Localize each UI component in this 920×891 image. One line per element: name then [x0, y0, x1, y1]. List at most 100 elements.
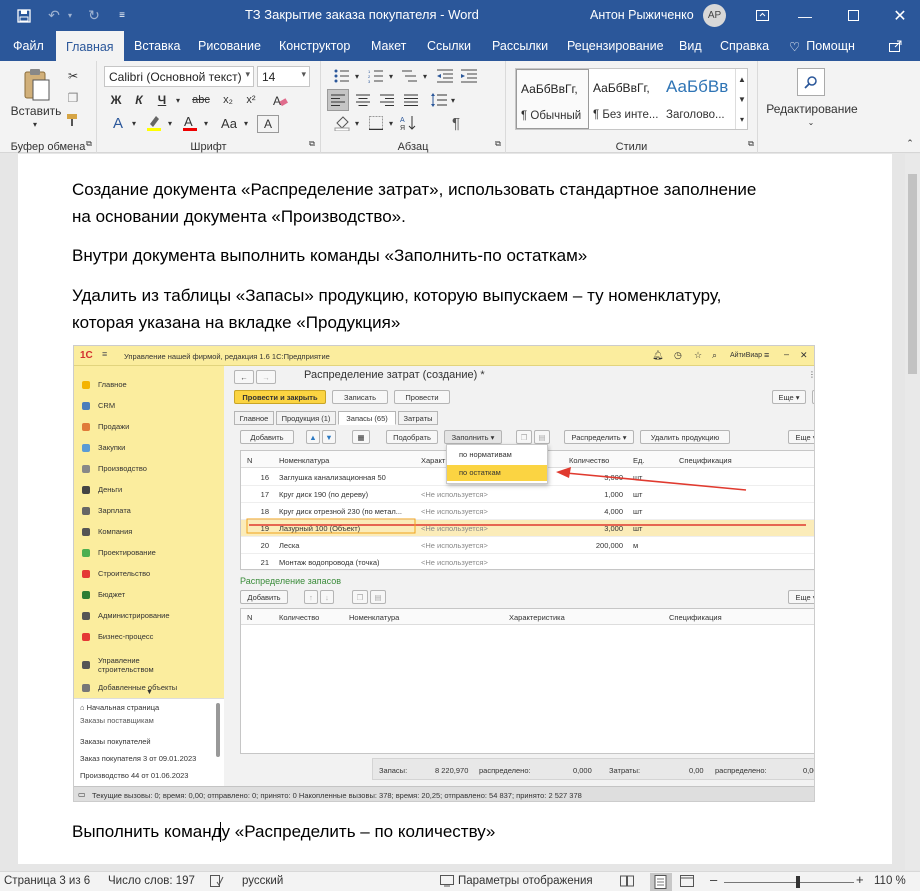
proofing-icon[interactable] — [210, 875, 224, 890]
zoom-level[interactable]: 110 % — [874, 875, 906, 887]
styles-launcher-icon[interactable]: ⧉ — [746, 139, 756, 149]
change-case-button[interactable]: Aa — [217, 113, 241, 133]
borders-dropdown-icon[interactable]: ▾ — [387, 113, 395, 133]
zoom-slider-thumb[interactable] — [796, 876, 800, 888]
search-icon[interactable] — [797, 68, 825, 96]
paragraph-2[interactable]: Внутри документа выполнить команды «Запо… — [72, 242, 587, 269]
maximize-icon[interactable] — [838, 0, 868, 31]
tab-design[interactable]: Конструктор — [276, 31, 353, 61]
styles-scroll-up-icon[interactable]: ▲ — [735, 69, 748, 89]
paragraph-1-continued[interactable]: на основании документа «Производство». — [72, 203, 406, 230]
italic-button[interactable]: К — [130, 91, 148, 109]
change-case-dropdown-icon[interactable]: ▾ — [241, 113, 251, 133]
tab-file[interactable]: Файл — [10, 31, 47, 61]
paragraph-3[interactable]: Удалить из таблицы «Запасы» продукцию, к… — [72, 282, 721, 309]
text-effects-dropdown-icon[interactable]: ▾ — [129, 113, 139, 133]
tab-layout[interactable]: Макет — [368, 31, 409, 61]
paste-button[interactable]: Вставить — [6, 103, 66, 119]
bullets-icon[interactable] — [331, 67, 353, 85]
style-normal[interactable]: АаБбВвГг, ¶ Обычный — [516, 69, 589, 129]
character-border-button[interactable]: A — [257, 115, 279, 133]
paragraph-3-continued[interactable]: которая указана на вкладке «Продукция» — [72, 309, 400, 336]
word-count[interactable]: Число слов: 197 — [108, 875, 195, 887]
sort-icon[interactable]: AЯ — [397, 113, 419, 133]
page-indicator[interactable]: Страница 3 из 6 — [4, 875, 90, 887]
align-left-icon[interactable] — [327, 89, 349, 111]
show-formatting-icon[interactable]: ¶ — [445, 113, 467, 133]
paste-dropdown-icon[interactable]: ▾ — [30, 119, 40, 129]
close-icon[interactable]: ✕ — [885, 0, 915, 31]
font-launcher-icon[interactable]: ⧉ — [307, 139, 317, 149]
underline-dropdown-icon[interactable]: ▾ — [173, 91, 183, 109]
line-spacing-icon[interactable] — [429, 90, 449, 110]
undo-dropdown-icon[interactable]: ▾ — [64, 0, 76, 31]
line-spacing-dropdown-icon[interactable]: ▾ — [449, 90, 457, 110]
embedded-screenshot[interactable]: 1С ≡ Управление нашей фирмой, редакция 1… — [73, 345, 815, 802]
tab-references[interactable]: Ссылки — [424, 31, 474, 61]
redo-icon[interactable]: ↻ — [84, 0, 104, 31]
style-no-spacing[interactable]: АаБбВвГг, ¶ Без инте... — [589, 69, 662, 129]
tab-help[interactable]: Справка — [717, 31, 772, 61]
numbering-icon[interactable]: 123 — [365, 67, 387, 85]
display-settings[interactable]: Параметры отображения — [458, 875, 593, 887]
share-icon[interactable] — [886, 31, 906, 61]
minimize-icon[interactable]: — — [790, 0, 820, 31]
bullets-dropdown-icon[interactable]: ▾ — [353, 67, 361, 85]
font-color-dropdown-icon[interactable]: ▾ — [201, 113, 211, 133]
shading-dropdown-icon[interactable]: ▾ — [353, 113, 361, 133]
display-settings-icon[interactable] — [440, 875, 454, 890]
tab-view[interactable]: Вид — [676, 31, 705, 61]
tab-tell-me[interactable]: ♡ Помощн — [786, 31, 858, 61]
bold-button[interactable]: Ж — [107, 91, 125, 109]
increase-indent-icon[interactable] — [459, 67, 479, 85]
scrollbar-thumb[interactable] — [908, 174, 917, 374]
tab-mailings[interactable]: Рассылки — [489, 31, 551, 61]
copy-icon[interactable]: ❐ — [64, 89, 82, 107]
borders-icon[interactable] — [365, 113, 387, 133]
highlight-icon[interactable] — [143, 113, 165, 133]
cut-icon[interactable]: ✂ — [64, 67, 82, 85]
zoom-out-icon[interactable]: – — [710, 872, 717, 887]
tab-home[interactable]: Главная — [56, 31, 124, 62]
format-painter-icon[interactable] — [64, 111, 82, 129]
tab-insert[interactable]: Вставка — [131, 31, 183, 61]
paragraph-launcher-icon[interactable]: ⧉ — [493, 139, 503, 149]
paragraph-4[interactable]: Выполнить команду «Распределить – по кол… — [72, 818, 495, 845]
text-effects-icon[interactable]: A — [107, 113, 129, 133]
align-right-icon[interactable] — [377, 90, 397, 110]
font-name-combo[interactable]: Calibri (Основной текст) ▾ — [104, 66, 254, 87]
web-layout-icon[interactable] — [680, 875, 694, 890]
clipboard-launcher-icon[interactable]: ⧉ — [84, 139, 94, 149]
zoom-in-icon[interactable]: + — [856, 872, 864, 887]
tab-review[interactable]: Рецензирование — [564, 31, 667, 61]
decrease-indent-icon[interactable] — [435, 67, 455, 85]
avatar[interactable]: АР — [703, 4, 726, 27]
numbering-dropdown-icon[interactable]: ▾ — [387, 67, 395, 85]
collapse-ribbon-icon[interactable]: ⌃ — [904, 137, 916, 149]
tab-draw[interactable]: Рисование — [195, 31, 264, 61]
save-icon[interactable] — [12, 0, 36, 31]
language[interactable]: русский — [242, 875, 283, 887]
multilevel-list-icon[interactable] — [399, 67, 421, 85]
style-heading1[interactable]: АаБбВв Заголово... — [662, 69, 735, 129]
styles-more-icon[interactable]: ▾ — [735, 109, 748, 129]
superscript-button[interactable]: x² — [242, 91, 260, 109]
styles-scroll-down-icon[interactable]: ▼ — [735, 89, 748, 109]
undo-icon[interactable]: ↶ — [44, 0, 64, 31]
read-mode-icon[interactable] — [620, 875, 634, 890]
underline-button[interactable]: Ч — [153, 91, 171, 109]
align-center-icon[interactable] — [353, 90, 373, 110]
clear-formatting-icon[interactable]: A — [270, 91, 290, 109]
multilevel-dropdown-icon[interactable]: ▾ — [421, 67, 429, 85]
font-color-icon[interactable]: A — [179, 113, 201, 133]
user-name[interactable]: Антон Рыжиченко — [590, 8, 694, 22]
paragraph-1[interactable]: Создание документа «Распределение затрат… — [72, 176, 756, 203]
highlight-dropdown-icon[interactable]: ▾ — [165, 113, 175, 133]
ribbon-display-options-icon[interactable] — [750, 0, 774, 31]
paste-icon[interactable] — [18, 67, 56, 103]
print-layout-icon[interactable] — [650, 873, 672, 891]
editing-dropdown-icon[interactable]: ⌄ — [806, 117, 816, 127]
subscript-button[interactable]: x₂ — [219, 91, 237, 109]
shading-icon[interactable] — [331, 113, 353, 133]
font-size-combo[interactable]: 14 ▾ — [257, 66, 310, 87]
